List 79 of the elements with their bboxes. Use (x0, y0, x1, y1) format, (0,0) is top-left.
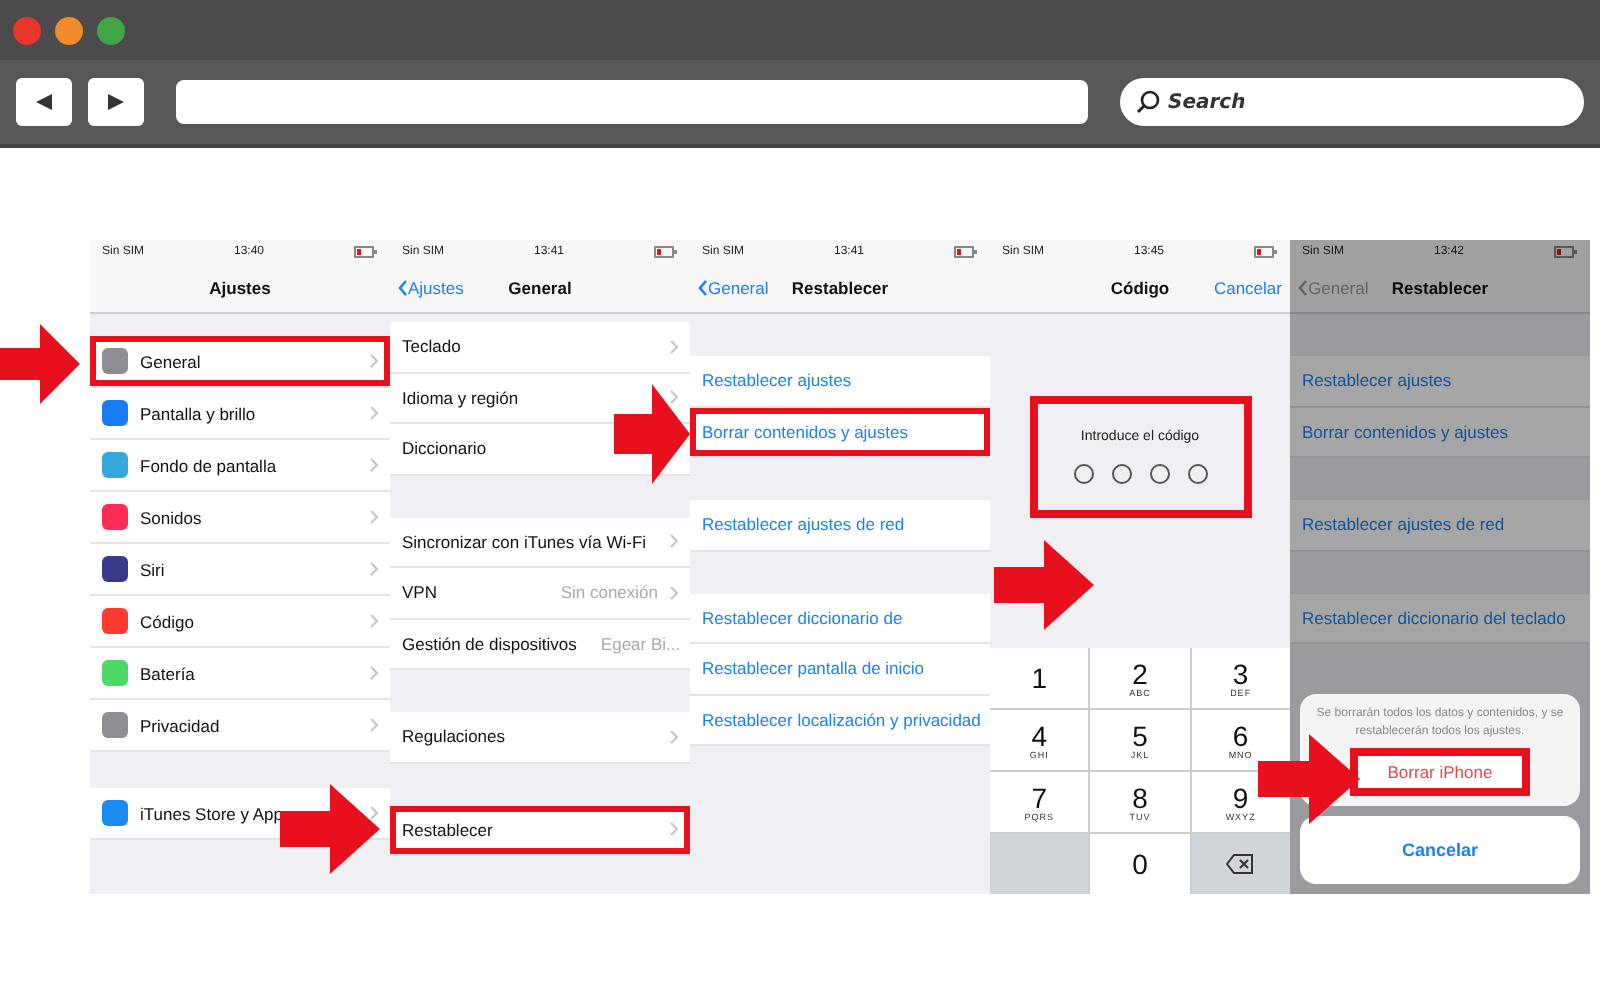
chevron-icon (670, 534, 678, 549)
menu-item[interactable]: Privacidad (140, 715, 220, 735)
window-control-icon[interactable] (12, 15, 42, 45)
screen-title: General (508, 278, 572, 298)
menu-item[interactable]: Gestión de dispositivos (402, 633, 577, 654)
pointer-arrow (614, 384, 690, 484)
menu-item[interactable]: Sincronizar con iTunes vía Wi-Fi (402, 531, 647, 552)
menu-item[interactable]: Idioma y región (402, 387, 519, 408)
screen-title: Código (1110, 278, 1170, 298)
back-button[interactable]: General (698, 278, 792, 298)
passcode-dot (1149, 464, 1169, 484)
chevron-icon (370, 458, 378, 472)
screen-title: Restablecer (791, 278, 889, 298)
pointer-arrow (0, 324, 80, 404)
chevron-icon (370, 614, 378, 628)
menu-item[interactable]: Restablecer (402, 819, 493, 840)
passcode-dot (1073, 464, 1093, 484)
cancel-button[interactable]: Cancelar (1213, 278, 1282, 298)
menu-item[interactable]: VPN (402, 582, 437, 603)
erase-button[interactable]: Borrar iPhone (1350, 748, 1530, 796)
menu-item[interactable]: Restablecer localización y privacidad (702, 709, 981, 730)
menu-item[interactable]: Pantalla y brillo (140, 403, 256, 423)
menu-item[interactable]: Regulaciones (402, 726, 506, 747)
chevron-icon (670, 822, 678, 837)
detail-text: Sin conexión (560, 582, 658, 603)
menu-item[interactable]: Restablecer pantalla de inicio (702, 658, 925, 679)
battery-icon (1554, 246, 1578, 258)
passcode-dot (1187, 464, 1207, 484)
keypad-key[interactable]: 0 (1090, 834, 1190, 894)
battery-icon (354, 246, 378, 258)
triangle-left-icon (34, 92, 54, 112)
chevron-left-icon (698, 280, 708, 296)
window-control-icon[interactable] (96, 15, 126, 45)
screen-title: Restablecer (1391, 278, 1489, 298)
chevron-icon (670, 729, 678, 744)
blank-key (990, 834, 1089, 894)
chevron-icon (370, 718, 378, 732)
chevron-left-icon (398, 280, 408, 296)
search-icon (1136, 90, 1160, 114)
menu-item[interactable]: Restablecer ajustes (702, 370, 852, 391)
chevron-icon (370, 354, 378, 368)
chevron-icon (370, 562, 378, 576)
chevron-icon (370, 406, 378, 420)
pointer-arrow (994, 540, 1094, 630)
menu-item[interactable]: Teclado (402, 336, 461, 357)
menu-item[interactable]: General (140, 351, 201, 371)
back-button[interactable]: Ajustes (398, 278, 509, 298)
menu-item[interactable]: Diccionario (402, 438, 487, 459)
detail-text: Egear Bi... (600, 633, 681, 654)
menu-item[interactable]: Sonidos (140, 507, 202, 527)
battery-icon (1254, 246, 1278, 258)
chevron-icon (370, 666, 378, 680)
chevron-icon (370, 510, 378, 524)
battery-icon (654, 246, 678, 258)
pointer-arrow (1258, 734, 1360, 824)
address-field[interactable] (176, 80, 1088, 124)
menu-item[interactable]: Batería (140, 663, 195, 683)
battery-icon (954, 246, 978, 258)
chevron-left-icon (1298, 280, 1308, 296)
chevron-icon (370, 806, 378, 820)
chevron-icon (670, 390, 678, 405)
cancel-button[interactable]: Cancelar (1300, 816, 1580, 884)
backspace-icon (1226, 854, 1255, 874)
menu-item[interactable]: Borrar contenidos y ajustes (702, 421, 908, 442)
forward-button[interactable] (88, 78, 144, 126)
passcode-dot (1111, 464, 1131, 484)
menu-item[interactable]: Siri (140, 559, 165, 579)
menu-item[interactable]: Fondo de pantalla (140, 455, 277, 475)
chevron-icon (670, 339, 678, 354)
chevron-icon (670, 585, 678, 600)
screen-title: Ajustes (209, 278, 271, 298)
triangle-right-icon (106, 92, 126, 112)
pointer-arrow (280, 784, 380, 874)
menu-item[interactable]: Código (140, 611, 194, 631)
window-control-icon[interactable] (54, 15, 84, 45)
keypad-key[interactable]: 1 (990, 648, 1089, 708)
delete-key[interactable] (1191, 834, 1290, 894)
menu-item[interactable]: Restablecer diccionario de (702, 607, 903, 628)
back-button[interactable] (16, 78, 72, 126)
